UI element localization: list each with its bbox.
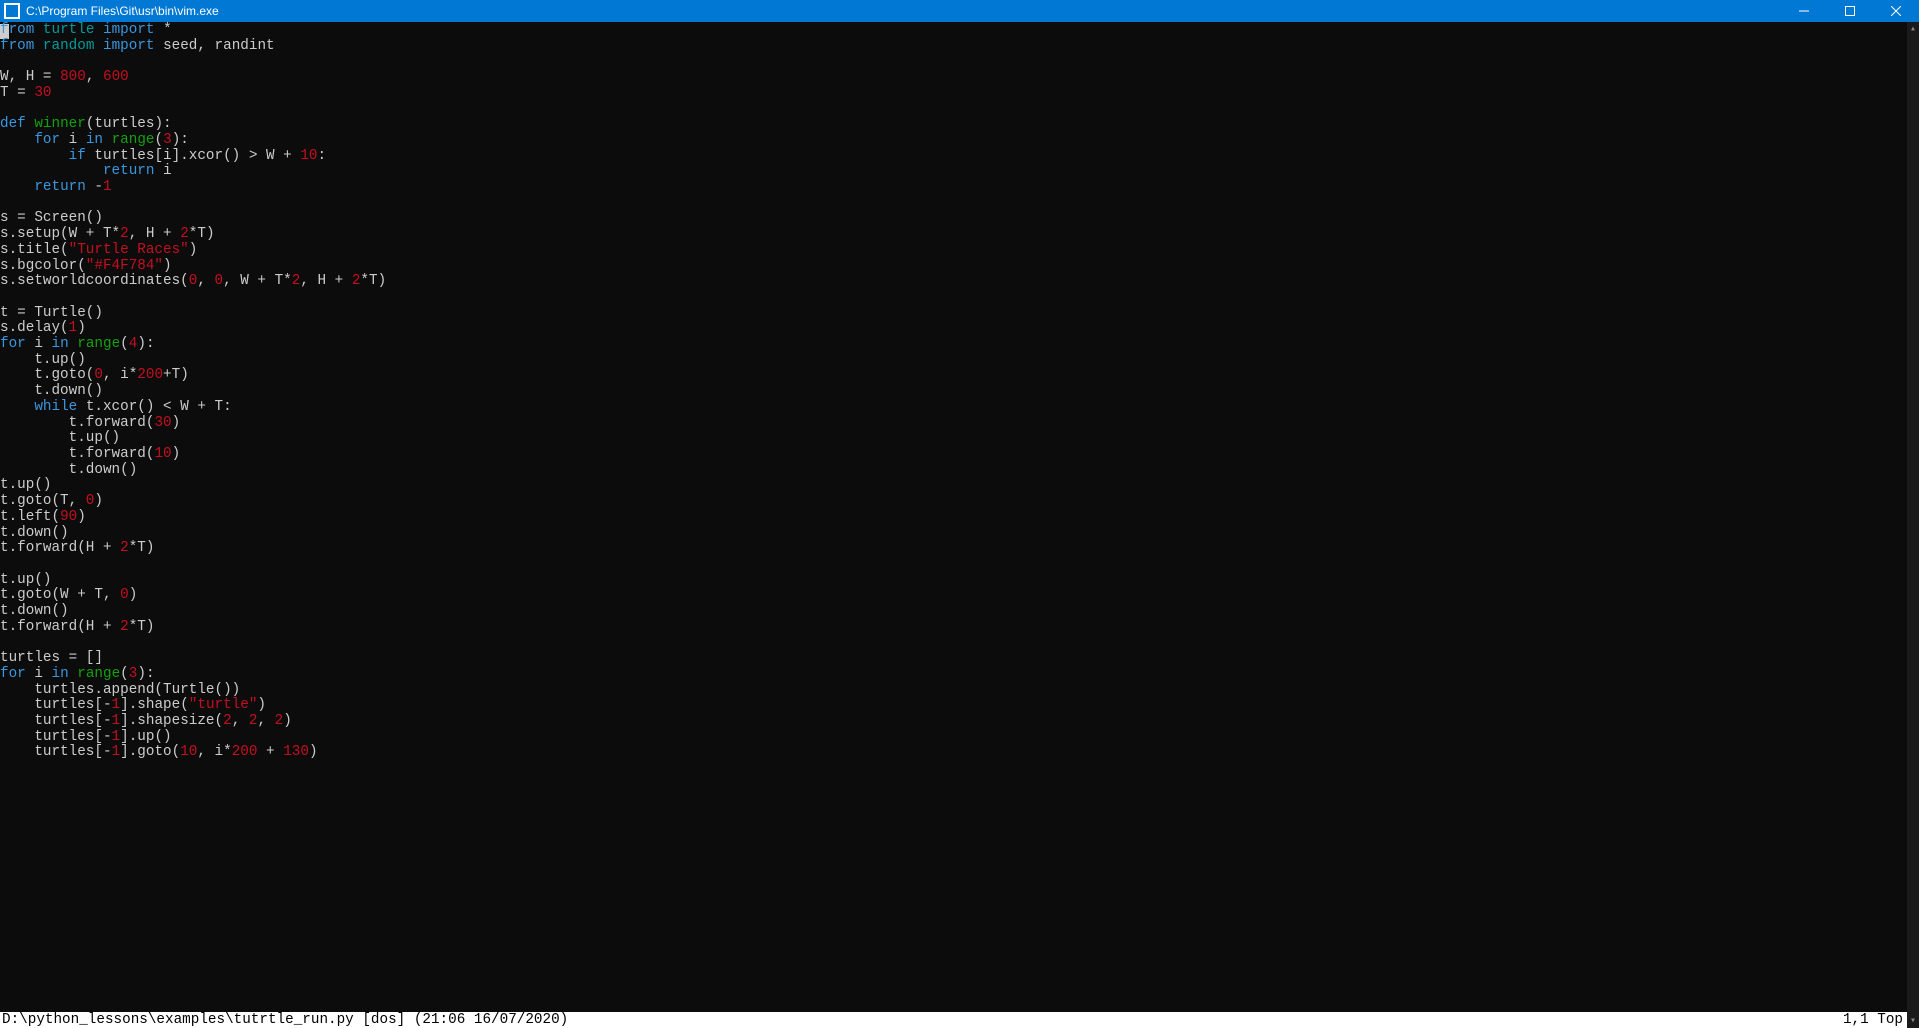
vertical-scrollbar[interactable]: ▴ ▾: [1907, 22, 1919, 1028]
close-button[interactable]: [1873, 0, 1919, 22]
close-icon: [1891, 6, 1901, 16]
code-editor[interactable]: from turtle import * from random import …: [0, 22, 1907, 1012]
window-title: C:\Program Files\Git\usr\bin\vim.exe: [26, 4, 219, 18]
minimize-button[interactable]: [1781, 0, 1827, 22]
status-file-info: D:\python_lessons\examples\tutrtle_run.p…: [0, 1012, 568, 1028]
maximize-icon: [1845, 6, 1855, 16]
editor-area: from turtle import * from random import …: [0, 22, 1919, 1028]
status-bar: D:\python_lessons\examples\tutrtle_run.p…: [0, 1012, 1907, 1028]
scroll-up-arrow-icon[interactable]: ▴: [1907, 22, 1919, 36]
app-icon: [4, 3, 20, 19]
window-controls: [1781, 0, 1919, 22]
minimize-icon: [1799, 6, 1809, 16]
scroll-down-arrow-icon[interactable]: ▾: [1907, 1014, 1919, 1028]
status-position: 1,1 Top: [1843, 1012, 1907, 1028]
maximize-button[interactable]: [1827, 0, 1873, 22]
titlebar[interactable]: C:\Program Files\Git\usr\bin\vim.exe: [0, 0, 1919, 22]
